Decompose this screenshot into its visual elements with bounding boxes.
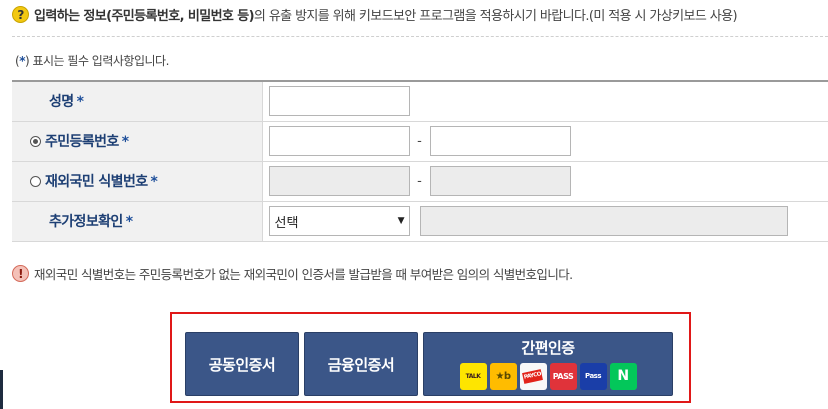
joint-certificate-button[interactable]: 공동인증서 [185, 332, 299, 396]
rrn-radio[interactable] [30, 136, 41, 147]
required-star: * [125, 214, 133, 230]
foreigner-radio[interactable] [30, 176, 41, 187]
naver-logo-text: N [617, 368, 629, 384]
financial-certificate-label: 금융인증서 [327, 355, 395, 374]
extra-info-input[interactable] [419, 206, 788, 236]
name-value-cell [262, 81, 828, 122]
foreigner-value-cell: - [262, 161, 828, 202]
select-value: 선택 [274, 215, 299, 231]
keyboard-security-notice: ? 입력하는 정보(주민등록번호, 비밀번호 등) 의 유출 방지를 위해 키보드… [12, 5, 738, 24]
warning-text: 재외국민 식별번호는 주민등록번호가 없는 재외국민이 인증서를 발급받을 때 … [34, 267, 573, 282]
rrn-label: 주민등록번호 [45, 134, 119, 150]
financial-certificate-button[interactable]: 금융인증서 [304, 332, 418, 396]
pass-logo-icon[interactable]: PASS [549, 363, 577, 390]
simple-auth-logos: TALK ★b PAYCO PASS Pass N [459, 363, 637, 390]
joint-certificate-label: 공동인증서 [208, 355, 276, 374]
kakao-logo-icon[interactable]: TALK [459, 363, 487, 390]
required-star: * [150, 174, 158, 190]
simple-auth-label: 간편인증 [521, 339, 575, 357]
form-row-rrn: 주민등록번호 * - [12, 121, 828, 162]
exclamation-icon: ! [12, 265, 29, 282]
samsung-pass-logo-icon[interactable]: Pass [579, 363, 607, 390]
divider [12, 36, 828, 37]
form-row-name: 성명 * [12, 81, 828, 122]
dropdown-arrow-icon: ▼ [397, 216, 405, 226]
required-note-text: ) 표시는 필수 입력사항입니다. [24, 54, 169, 68]
foreigner-front-input[interactable] [268, 166, 410, 196]
kakao-logo-text: TALK [465, 373, 481, 380]
kb-logo-text: ★b [495, 371, 511, 382]
rrn-value-cell: - [262, 121, 828, 162]
required-star: * [76, 94, 84, 111]
name-input[interactable] [268, 86, 410, 117]
samsung-pass-logo-text: Pass [585, 372, 602, 380]
foreigner-label-cell[interactable]: 재외국민 식별번호 * [12, 161, 263, 202]
rrn-label-cell[interactable]: 주민등록번호 * [12, 121, 263, 162]
form-row-foreigner: 재외국민 식별번호 * - [12, 161, 828, 202]
side-edge-bar [0, 370, 3, 409]
identity-form: 성명 * 주민등록번호 * - 재외국민 식별번호 * - 추가정보확인 * 선택 ▼ [12, 80, 828, 242]
question-icon: ? [12, 6, 29, 23]
naver-logo-icon[interactable]: N [609, 363, 637, 390]
foreigner-label: 재외국민 식별번호 [45, 174, 148, 190]
simple-auth-button[interactable]: 간편인증 TALK ★b PAYCO PASS Pass N [423, 332, 673, 396]
form-row-extra: 추가정보확인 * 선택 ▼ [12, 201, 828, 242]
extra-value-cell: 선택 ▼ [262, 201, 828, 242]
foreigner-id-warning: ! 재외국민 식별번호는 주민등록번호가 없는 재외국민이 인증서를 발급받을 … [12, 264, 573, 283]
name-label: 성명 [49, 94, 74, 111]
foreigner-dash: - [417, 173, 422, 189]
rrn-front-input[interactable] [268, 126, 410, 156]
notice-bold-text: 입력하는 정보(주민등록번호, 비밀번호 등) [34, 9, 255, 24]
required-note: (*) 표시는 필수 입력사항입니다. [15, 52, 169, 69]
extra-label: 추가정보확인 [49, 214, 123, 230]
rrn-back-input[interactable] [429, 126, 571, 156]
kb-logo-icon[interactable]: ★b [489, 363, 517, 390]
foreigner-back-input[interactable] [429, 166, 571, 196]
required-star: * [121, 134, 129, 150]
extra-label-cell: 추가정보확인 * [12, 201, 263, 242]
payco-logo-text: PAYCO [522, 369, 544, 384]
rrn-dash: - [417, 133, 422, 149]
notice-text: 의 유출 방지를 위해 키보드보안 프로그램을 적용하시기 바랍니다.(미 적용… [253, 9, 738, 24]
pass-logo-text: PASS [552, 372, 574, 381]
extra-info-select[interactable]: 선택 ▼ [268, 206, 410, 236]
cert-options-box: 공동인증서 금융인증서 간편인증 TALK ★b PAYCO PASS Pass… [170, 312, 691, 403]
payco-logo-icon[interactable]: PAYCO [519, 363, 547, 390]
name-label-cell: 성명 * [12, 81, 263, 122]
